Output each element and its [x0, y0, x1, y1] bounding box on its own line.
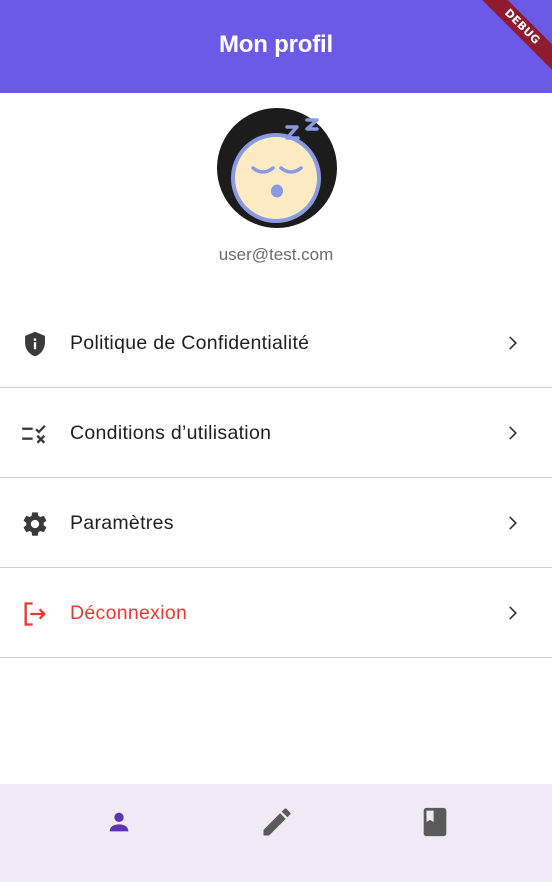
chevron-right-icon — [509, 516, 517, 530]
book-icon — [423, 807, 447, 837]
shield-info-icon — [25, 331, 45, 357]
menu-item-label: Déconnexion — [70, 602, 188, 624]
gear-icon — [23, 512, 47, 536]
menu-item-label: Paramètres — [70, 512, 174, 534]
menu-item-terms[interactable]: Conditions d’utilisation — [0, 388, 552, 478]
profile-menu: Politique de Confidentialité Conditions … — [0, 298, 552, 658]
menu-item-settings[interactable]: Paramètres — [0, 478, 552, 568]
sleeping-face-icon — [217, 108, 337, 228]
rule-check-icon — [22, 425, 46, 444]
menu-item-label: Conditions d’utilisation — [70, 422, 272, 444]
app-bar: Mon profil — [0, 0, 552, 93]
chevron-right-icon — [509, 606, 517, 620]
bottom-navigation — [0, 784, 552, 882]
chevron-right-icon — [509, 336, 517, 350]
menu-item-label: Politique de Confidentialité — [70, 332, 310, 354]
nav-edit-button[interactable] — [257, 802, 297, 842]
page-title: Mon profil — [219, 30, 333, 58]
nav-profile-button[interactable] — [99, 802, 139, 842]
nav-book-button[interactable] — [415, 802, 455, 842]
user-email: user@test.com — [218, 245, 334, 264]
menu-item-logout[interactable]: Déconnexion — [0, 568, 552, 658]
pencil-icon — [263, 808, 291, 836]
menu-item-privacy-policy[interactable]: Politique de Confidentialité — [0, 298, 552, 388]
chevron-right-icon — [509, 426, 517, 440]
avatar — [217, 108, 337, 228]
logout-icon — [24, 602, 46, 626]
person-icon — [109, 812, 129, 832]
